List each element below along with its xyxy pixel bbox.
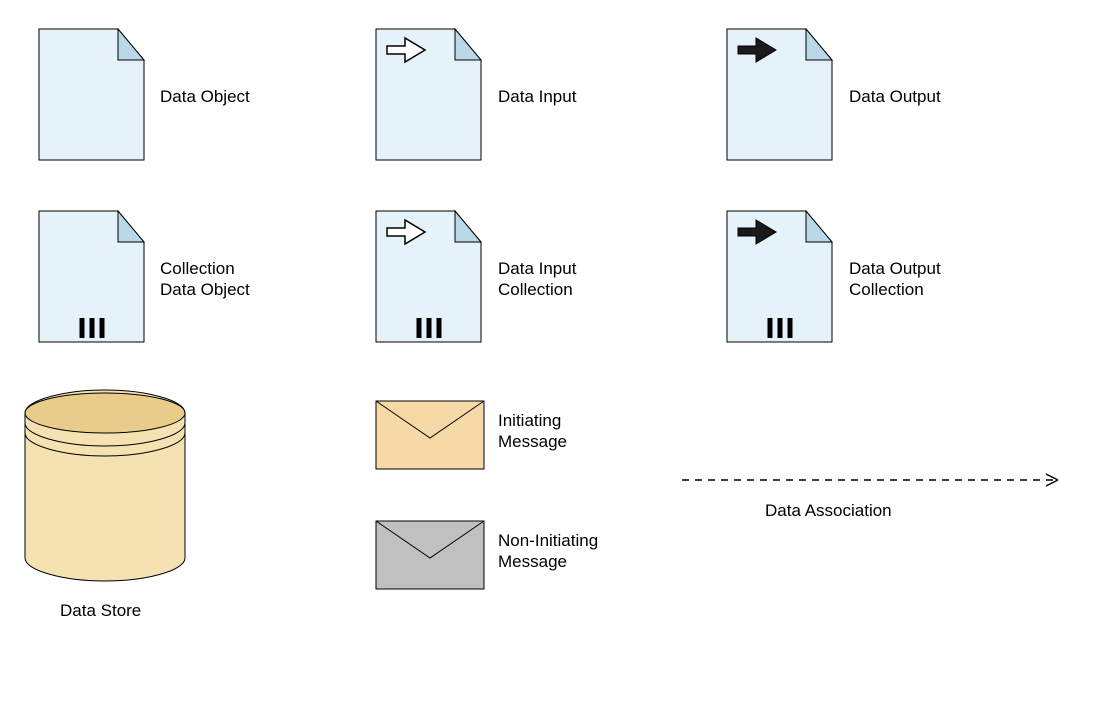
data-object-icon (38, 28, 148, 163)
data-output-label: Data Output (849, 86, 941, 107)
initiating-message-icon (375, 400, 485, 470)
initiating-message-label-l2: Message (498, 432, 567, 451)
data-input-collection-label-l2: Collection (498, 280, 573, 299)
data-input-collection-icon (375, 210, 485, 345)
data-output-collection-label: Data Output Collection (849, 258, 941, 301)
data-input-collection-label: Data Input Collection (498, 258, 576, 301)
data-store-label: Data Store (60, 600, 141, 621)
data-output-collection-label-l2: Collection (849, 280, 924, 299)
data-output-collection-label-l1: Data Output (849, 259, 941, 278)
non-initiating-message-label-l2: Message (498, 552, 567, 571)
non-initiating-message-label: Non-Initiating Message (498, 530, 598, 573)
data-input-icon (375, 28, 485, 163)
collection-data-object-icon (38, 210, 148, 345)
data-input-collection-label-l1: Data Input (498, 259, 576, 278)
diagram-canvas: Data Object Data Input Data Output Colle… (0, 0, 1105, 705)
non-initiating-message-label-l1: Non-Initiating (498, 531, 598, 550)
collection-data-object-label: Collection Data Object (160, 258, 250, 301)
initiating-message-label: Initiating Message (498, 410, 567, 453)
data-input-label: Data Input (498, 86, 576, 107)
non-initiating-message-icon (375, 520, 485, 590)
data-object-label: Data Object (160, 86, 250, 107)
data-output-collection-icon (726, 210, 836, 345)
initiating-message-label-l1: Initiating (498, 411, 561, 430)
data-association-arrow-icon (680, 470, 1075, 490)
collection-data-object-label-l1: Collection (160, 259, 235, 278)
collection-data-object-label-l2: Data Object (160, 280, 250, 299)
data-association-label: Data Association (765, 500, 892, 521)
data-output-icon (726, 28, 836, 163)
data-store-icon (20, 388, 190, 588)
